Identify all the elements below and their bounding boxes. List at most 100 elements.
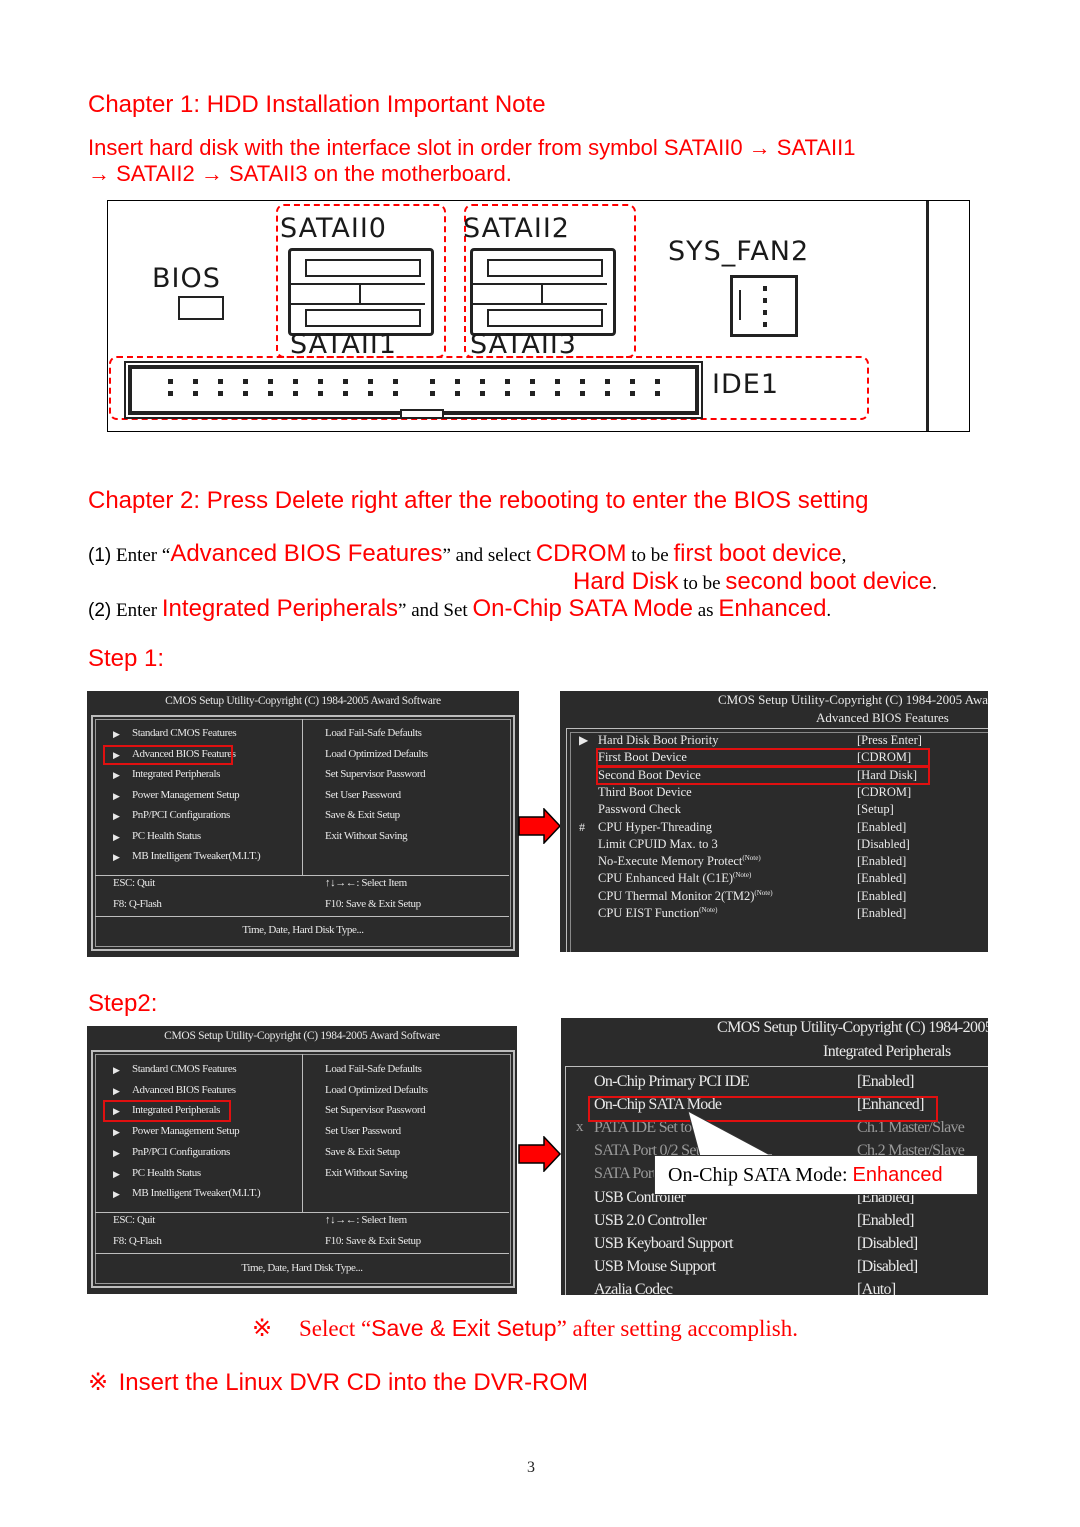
- save-exit-note: ※ Select “Save & Exit Setup” after setti…: [252, 1314, 798, 1343]
- setting-value[interactable]: [Enabled]: [857, 1073, 914, 1091]
- note-superscript: (Note): [754, 888, 773, 897]
- callout-label: On-Chip SATA Mode:: [668, 1164, 853, 1186]
- setting-label: CPU EIST Function: [598, 906, 700, 921]
- chapter1-line1: Insert hard disk with the interface slot…: [88, 135, 856, 160]
- instruction-1b: Hard Disk to be second boot device.: [573, 568, 937, 596]
- menu-item-left[interactable]: Standard CMOS Features: [132, 727, 237, 739]
- setting-row-label[interactable]: USB Keyboard Support: [594, 1235, 734, 1253]
- ide-pin: [193, 391, 198, 396]
- bios-footer: Time, Date, Hard Disk Type...: [242, 924, 364, 936]
- setting-row-label[interactable]: Hard Disk Boot Priority: [598, 733, 718, 748]
- ide-pin: [193, 379, 198, 384]
- setting-row-label[interactable]: CPU Enhanced Halt (C1E)(Note): [598, 871, 751, 886]
- ide-connector-icon: [124, 361, 703, 419]
- setting-row-label[interactable]: CPU Thermal Monitor 2(TM2)(Note): [598, 889, 773, 904]
- setting-value[interactable]: [Press Enter]: [857, 733, 922, 748]
- ide-pin: [580, 391, 585, 396]
- menu-item-right[interactable]: Load Optimized Defaults: [325, 748, 428, 760]
- menu-item-left[interactable]: Advanced BIOS Features: [132, 1084, 236, 1096]
- ide-pin: [630, 391, 635, 396]
- device-cdrom: CDROM: [535, 540, 627, 567]
- menu-item-left[interactable]: PC Health Status: [132, 830, 201, 842]
- menu-item-right[interactable]: Load Fail-Safe Defaults: [325, 1063, 422, 1075]
- menu-item-right[interactable]: Load Optimized Defaults: [325, 1084, 428, 1096]
- ide-pin: [168, 391, 173, 396]
- ide-pin: [243, 379, 248, 384]
- sata-connector-icon: [288, 248, 434, 336]
- ide-pin: [655, 379, 660, 384]
- setting-value[interactable]: [Enabled]: [857, 871, 906, 886]
- menu-item-right[interactable]: Save & Exit Setup: [325, 809, 400, 821]
- menu-item-left[interactable]: MB Intelligent Tweaker(M.I.T.): [132, 850, 261, 862]
- menu-item-right[interactable]: Load Fail-Safe Defaults: [325, 727, 422, 739]
- setting-value[interactable]: [Enabled]: [857, 906, 906, 921]
- setting-row-label[interactable]: No-Execute Memory Protect(Note): [598, 854, 761, 869]
- menu-arrow-icon: ▶: [113, 770, 120, 780]
- setting-row-label[interactable]: On-Chip Primary PCI IDE: [594, 1073, 750, 1091]
- note-superscript: (Note): [699, 906, 718, 914]
- menu-arrow-icon: ▶: [113, 852, 120, 862]
- setting-value: Enhanced: [718, 595, 827, 622]
- setting-row-label[interactable]: CPU Hyper-Threading: [598, 820, 712, 835]
- ide-pin: [293, 391, 298, 396]
- setting-row-label[interactable]: USB Mouse Support: [594, 1258, 716, 1276]
- menu-item-left[interactable]: PC Health Status: [132, 1167, 201, 1179]
- setting-value[interactable]: [Disabled]: [857, 1258, 918, 1276]
- setting-row-label[interactable]: Azalia Codec: [594, 1281, 673, 1295]
- setting-value[interactable]: [Enabled]: [857, 820, 906, 835]
- menu-item-right[interactable]: Set User Password: [325, 1125, 401, 1137]
- menu-item-left[interactable]: Integrated Peripherals: [132, 768, 220, 780]
- menu-item-right[interactable]: Exit Without Saving: [325, 830, 408, 842]
- setting-row-label[interactable]: Password Check: [598, 802, 681, 817]
- setting-value[interactable]: [Disabled]: [857, 1235, 918, 1253]
- text: as: [693, 600, 719, 621]
- setting-row-label[interactable]: CPU EIST Function(Note): [598, 906, 717, 921]
- setting-row-label[interactable]: SATA Port: [594, 1165, 657, 1183]
- menu-item-right[interactable]: Exit Without Saving: [325, 1167, 408, 1179]
- setting-row-label[interactable]: USB 2.0 Controller: [594, 1212, 707, 1230]
- menu-item-left[interactable]: PnP/PCI Configurations: [132, 809, 230, 821]
- setting-value[interactable]: [CDROM]: [857, 785, 911, 800]
- setting-value[interactable]: [Setup]: [857, 802, 894, 817]
- ide-pin: [343, 379, 348, 384]
- setting-row-label[interactable]: Third Boot Device: [598, 785, 692, 800]
- ide-pin: [630, 379, 635, 384]
- ide-pin: [605, 379, 610, 384]
- arrow-right-icon: [518, 1136, 562, 1172]
- setting-value[interactable]: [Auto]: [857, 1281, 896, 1295]
- setting-label: Third Boot Device: [598, 784, 692, 799]
- menu-item-right[interactable]: Set User Password: [325, 789, 401, 801]
- menu-item-left[interactable]: Standard CMOS Features: [132, 1063, 237, 1075]
- bios-label: BIOS: [152, 263, 221, 294]
- menu-item-right[interactable]: Save & Exit Setup: [325, 1146, 400, 1158]
- sata-connector-icon: [470, 248, 616, 336]
- ide-pin: [218, 379, 223, 384]
- menu-item-left[interactable]: MB Intelligent Tweaker(M.I.T.): [132, 1187, 261, 1199]
- setting-value[interactable]: [Disabled]: [857, 837, 910, 852]
- menu-item-left[interactable]: Power Management Setup: [132, 1125, 240, 1137]
- ide-pin: [655, 391, 660, 396]
- first-boot-device: first boot device: [673, 540, 842, 567]
- menu-arrow-icon: ▶: [113, 1085, 120, 1096]
- menu-item-left[interactable]: Power Management Setup: [132, 789, 240, 801]
- ide-pin: [555, 379, 560, 384]
- bios-footer: Time, Date, Hard Disk Type...: [241, 1262, 363, 1274]
- menu-arrow-icon: ▶: [113, 790, 120, 801]
- integrated-peripherals-highlight: [103, 1100, 231, 1122]
- setting-name: On-Chip SATA Mode: [472, 595, 693, 622]
- text: Enter “: [111, 545, 171, 566]
- setting-value[interactable]: [Enabled]: [857, 854, 906, 869]
- setting-value[interactable]: [Enabled]: [857, 1212, 914, 1230]
- menu-item-right[interactable]: Set Supervisor Password: [325, 1104, 426, 1116]
- bios-main-menu-step2: CMOS Setup Utility-Copyright (C) 1984-20…: [87, 1026, 517, 1294]
- setting-value[interactable]: [Enabled]: [857, 889, 906, 904]
- menu-item-right[interactable]: Set Supervisor Password: [325, 768, 426, 780]
- ide-pin: [555, 391, 560, 396]
- text: Enter: [111, 600, 162, 621]
- ide-pin: [530, 379, 535, 384]
- ide-pin: [480, 379, 485, 384]
- hash-marker: #: [579, 819, 585, 834]
- sata-mode-callout: On-Chip SATA Mode: Enhanced: [654, 1155, 978, 1195]
- menu-item-left[interactable]: PnP/PCI Configurations: [132, 1146, 230, 1158]
- setting-row-label[interactable]: Limit CPUID Max. to 3: [598, 837, 718, 852]
